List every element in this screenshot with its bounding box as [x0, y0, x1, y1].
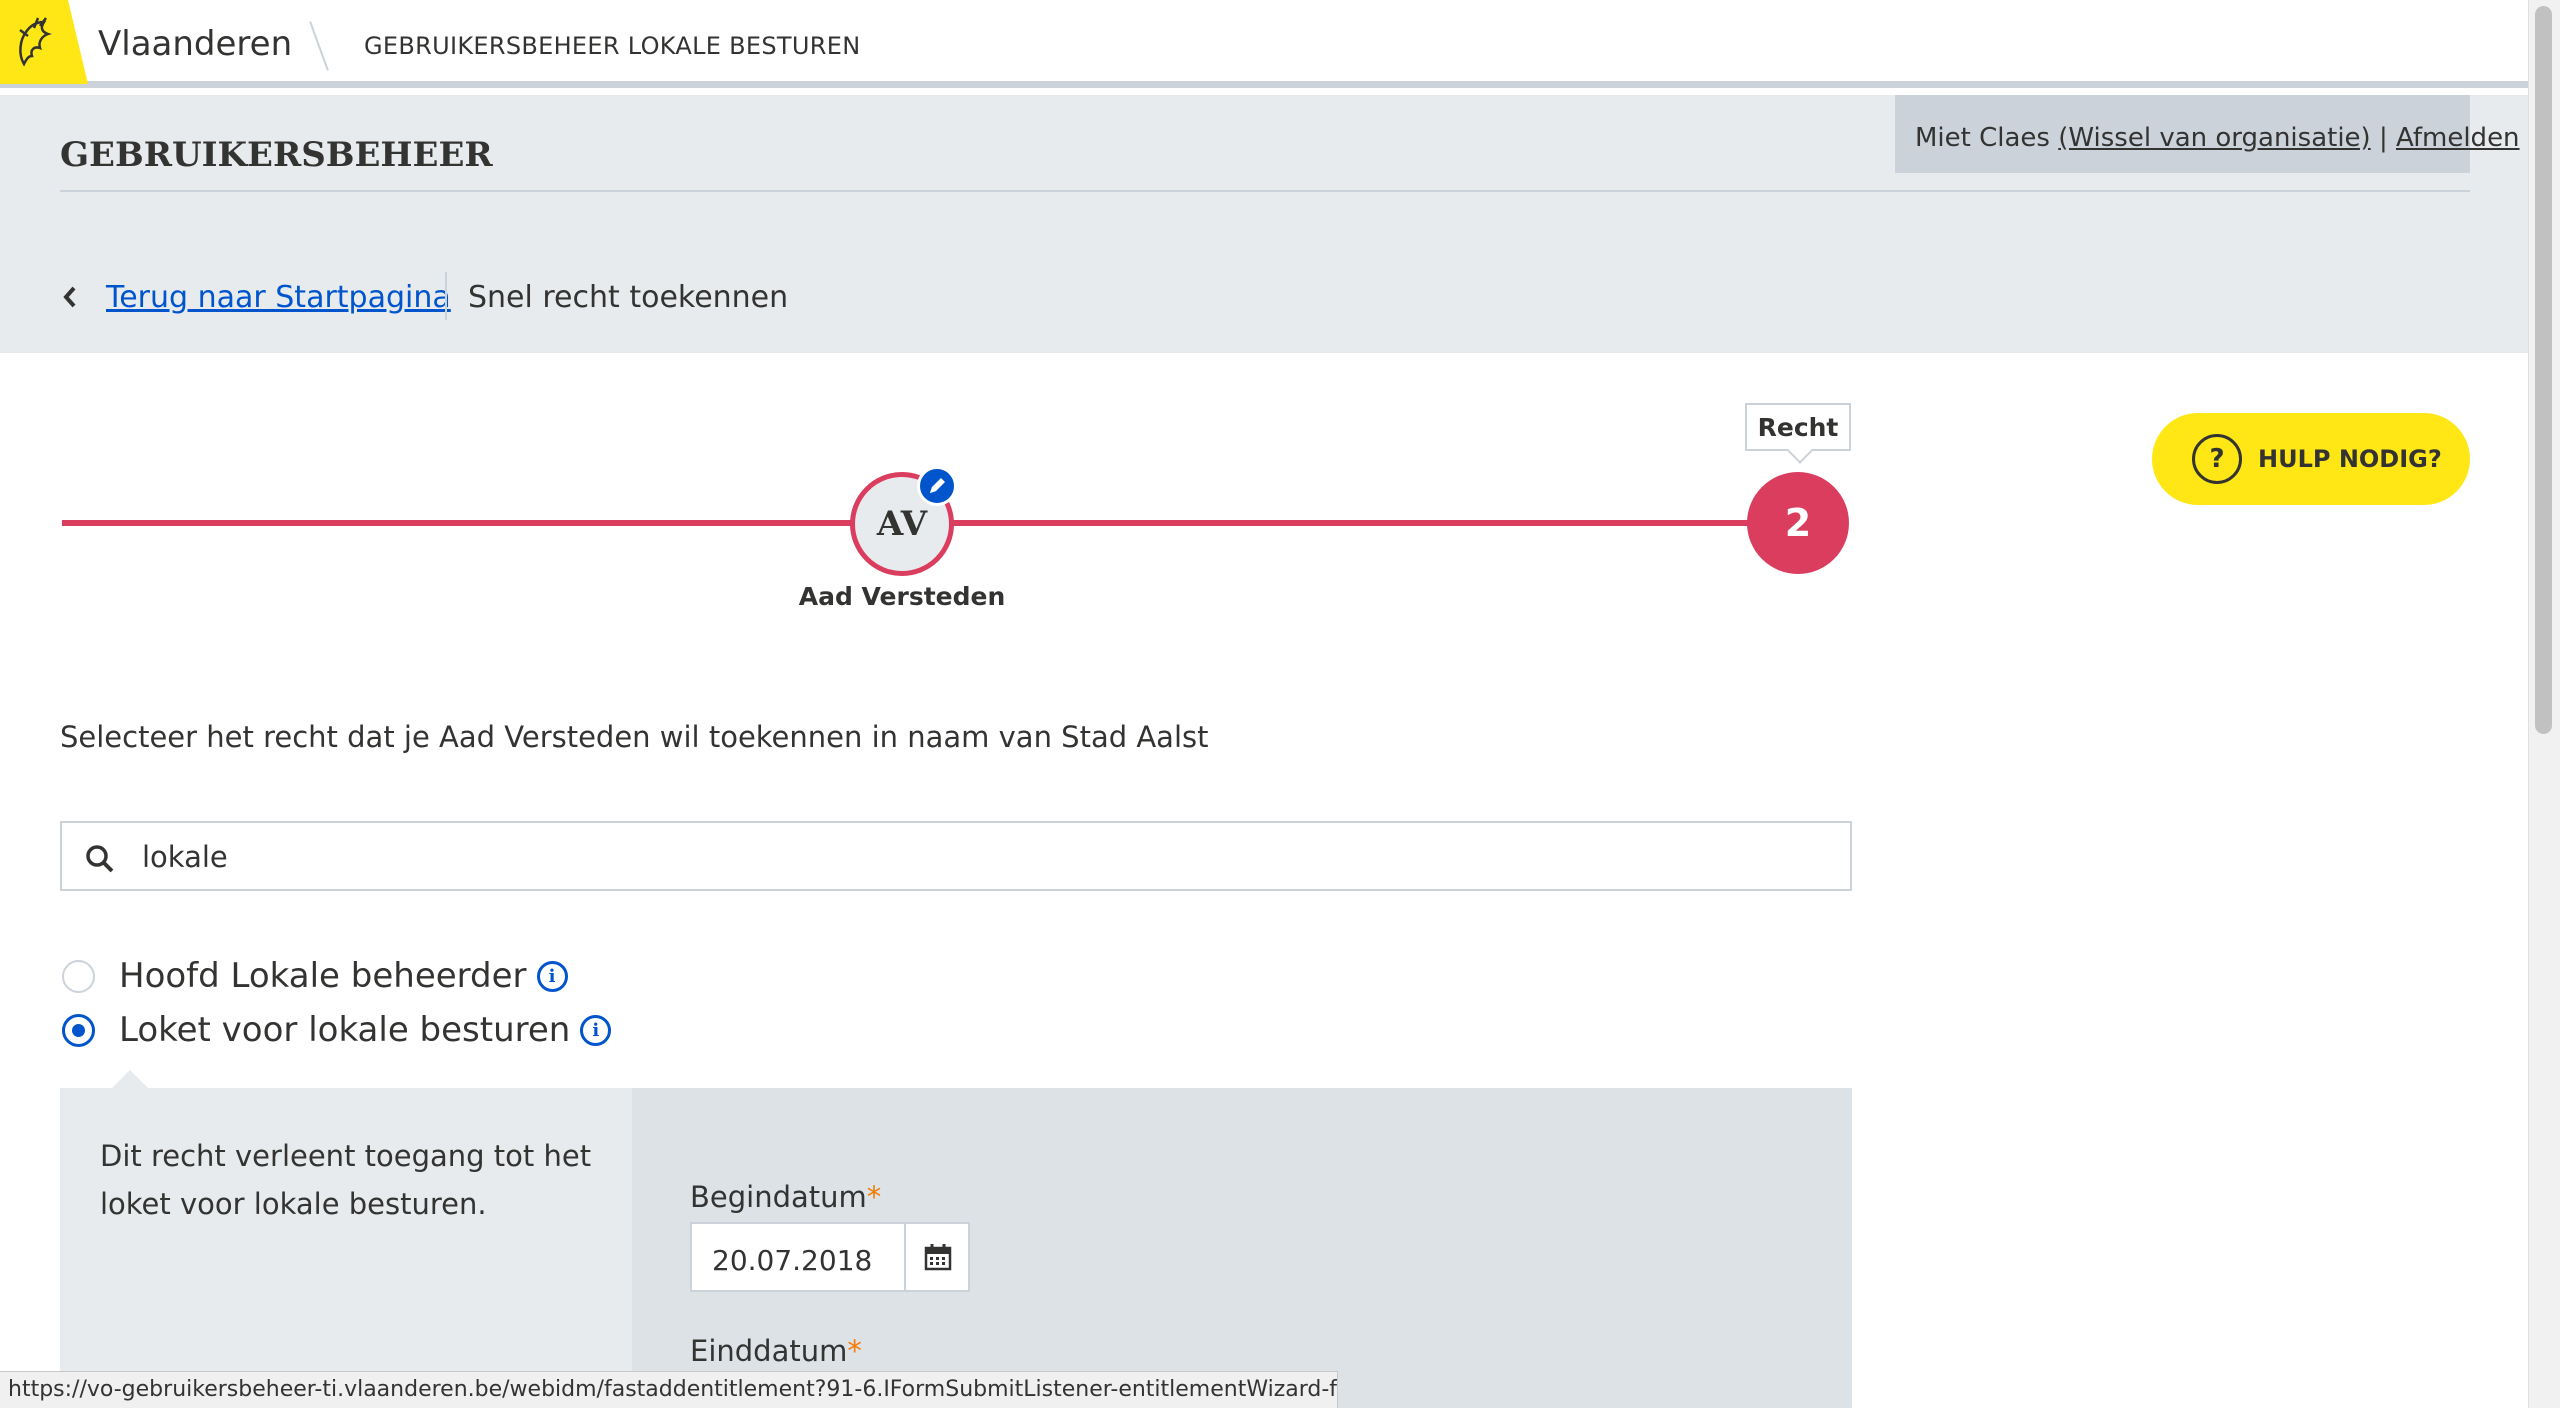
- radio-button[interactable]: [62, 959, 95, 993]
- page-title: GEBRUIKERSBEHEER: [60, 135, 493, 175]
- user-menu: Miet Claes (Wissel van organisatie) | Af…: [1895, 95, 2520, 173]
- search-input[interactable]: [142, 835, 1822, 879]
- right-option-hoofd-lokale-beheerder[interactable]: Hoofd Lokale beheerder i: [62, 956, 568, 996]
- question-icon: ?: [2192, 434, 2242, 484]
- step-number: 2: [1784, 501, 1812, 545]
- vlaanderen-logo[interactable]: [0, 0, 88, 84]
- progress-step-tooltip: Recht: [1745, 403, 1851, 451]
- search-field[interactable]: [60, 821, 1852, 891]
- global-header: Vlaanderen GEBRUIKERSBEHEER LOKALE BESTU…: [0, 0, 2528, 88]
- header-divider-line: [60, 190, 2470, 192]
- switch-organisation-link[interactable]: (Wissel van organisatie): [2058, 123, 2370, 153]
- begin-date-value[interactable]: 20.07.2018: [712, 1244, 872, 1277]
- info-icon[interactable]: i: [580, 1014, 612, 1046]
- required-marker: *: [866, 1180, 882, 1214]
- right-option-label[interactable]: Loket voor lokale besturen: [119, 1010, 570, 1050]
- progress-line-right: [952, 520, 1750, 526]
- begin-date-label-text: Begindatum: [690, 1180, 867, 1214]
- app-title[interactable]: GEBRUIKERSBEHEER LOKALE BESTUREN: [364, 32, 860, 60]
- user-menu-separator: |: [2378, 123, 2388, 153]
- end-date-label: Einddatum*: [690, 1334, 862, 1368]
- user-initials: AV: [876, 504, 928, 544]
- user-name: Miet Claes: [1915, 123, 2050, 153]
- begin-date-field[interactable]: 20.07.2018: [690, 1222, 970, 1292]
- search-icon: [86, 845, 114, 873]
- flemish-lion-icon: [19, 17, 52, 67]
- right-option-label[interactable]: Hoofd Lokale beheerder: [119, 956, 527, 996]
- help-button[interactable]: ? HULP NODIG?: [2152, 413, 2470, 505]
- required-marker: *: [847, 1334, 862, 1368]
- detail-pointer: [112, 1070, 148, 1088]
- breadcrumb-divider: [445, 272, 447, 320]
- info-icon[interactable]: i: [536, 960, 568, 992]
- right-option-loket-lokale-besturen[interactable]: Loket voor lokale besturen i: [62, 1010, 612, 1050]
- help-button-label: HULP NODIG?: [2258, 445, 2442, 473]
- progress-step-right: 2: [1747, 472, 1849, 574]
- intro-text: Selecteer het recht dat je Aad Versteden…: [60, 720, 1209, 754]
- brand-name[interactable]: Vlaanderen: [98, 24, 292, 64]
- progress-step-user-name: Aad Versteden: [798, 582, 1006, 611]
- chevron-left-icon[interactable]: [60, 282, 80, 316]
- right-description: Dit recht verleent toegang tot het loket…: [100, 1139, 592, 1221]
- begin-date-label: Begindatum*: [690, 1180, 881, 1214]
- browser-status-url: https://vo-gebruikersbeheer-ti.vlaandere…: [0, 1371, 1338, 1408]
- pencil-icon[interactable]: [917, 466, 957, 506]
- back-to-startpage-link[interactable]: Terug naar Startpagina: [106, 280, 451, 315]
- calendar-icon[interactable]: [904, 1224, 970, 1290]
- progress-line-left: [62, 520, 852, 526]
- header-divider: [309, 21, 329, 71]
- logout-link[interactable]: Afmelden: [2396, 123, 2520, 153]
- end-date-label-text: Einddatum: [690, 1334, 848, 1368]
- scrollbar-thumb[interactable]: [2535, 6, 2552, 734]
- radio-button-selected[interactable]: [62, 1013, 95, 1047]
- breadcrumb-current: Snel recht toekennen: [468, 280, 789, 315]
